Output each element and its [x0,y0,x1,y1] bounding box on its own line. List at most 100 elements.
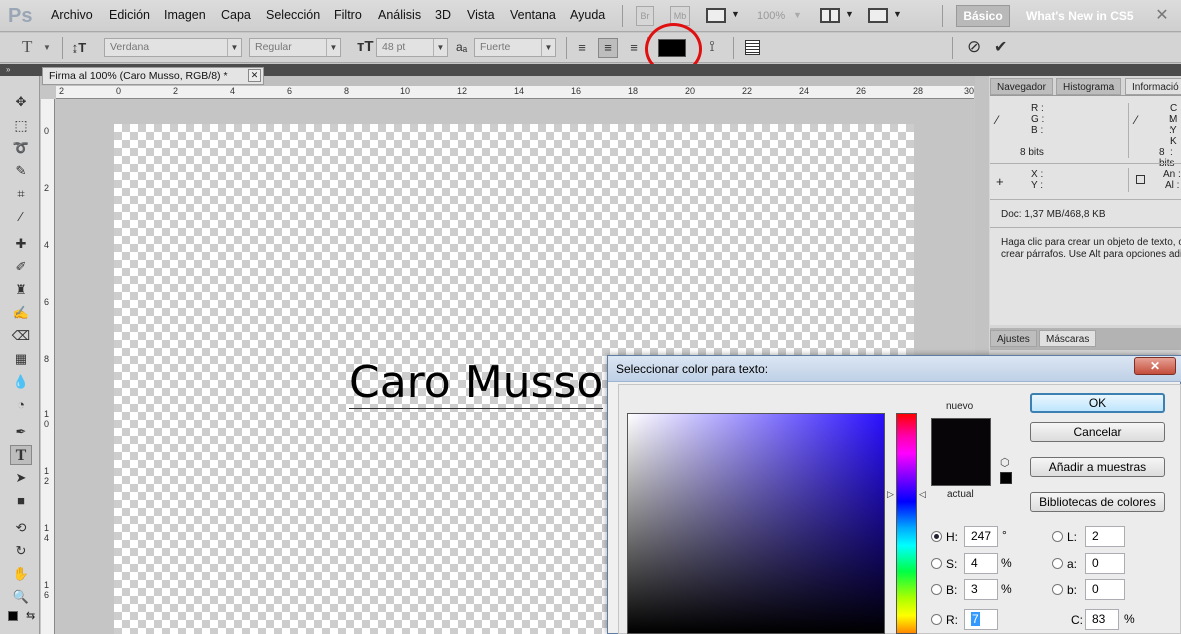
align-right-icon[interactable]: ≡ [624,39,644,57]
chevron-down-icon[interactable]: ▼ [731,9,740,19]
radio-l[interactable] [1052,531,1063,542]
chevron-down-icon[interactable]: ▼ [893,9,902,19]
b-input[interactable]: 3 [964,579,998,600]
close-icon[interactable]: ✕ [1148,5,1176,25]
a-input[interactable]: 0 [1085,553,1125,574]
add-to-swatches-button[interactable]: Añadir a muestras [1030,457,1165,477]
chevron-down-icon[interactable]: ▼ [845,9,854,19]
type-tool-preset-icon[interactable]: T [22,37,32,57]
zoom-level[interactable]: 100% [757,10,785,22]
menu-3d[interactable]: 3D [435,8,451,22]
shape-tool-icon[interactable]: ■ [10,491,32,511]
cancel-button[interactable]: Cancelar [1030,422,1165,442]
close-icon[interactable]: ✕ [248,69,261,82]
menu-capa[interactable]: Capa [221,8,251,22]
screen-mode-icon[interactable] [868,8,888,23]
bridge-button[interactable]: Br [636,6,654,26]
font-style-select[interactable]: Regular ▼ [249,38,341,57]
hue-slider-left-arrow-icon[interactable]: ▷ [887,489,894,500]
radio-b[interactable] [931,584,942,595]
menu-ayuda[interactable]: Ayuda [570,8,605,22]
marquee-tool-icon[interactable]: ⬚ [10,115,32,135]
chevron-down-icon[interactable]: ▼ [43,43,51,52]
l-input[interactable]: 2 [1085,526,1125,547]
pen-tool-icon[interactable]: ✒ [10,422,32,442]
text-orientation-icon[interactable]: ↨T [69,39,89,57]
path-select-tool-icon[interactable]: ➤ [10,468,32,488]
color-field[interactable] [627,413,885,634]
ok-button[interactable]: OK [1030,393,1165,413]
info-divider [990,163,1181,164]
r-input[interactable]: 7 [964,609,998,630]
hue-slider-right-arrow-icon[interactable]: ◁ [919,489,926,500]
zoom-tool-icon[interactable]: 🔍 [10,587,32,607]
c-input[interactable]: 83 [1085,609,1119,630]
tab-mascaras[interactable]: Máscaras [1039,330,1097,347]
menu-seleccion[interactable]: Selección [266,8,320,22]
gradient-tool-icon[interactable]: ▦ [10,349,32,369]
font-family-select[interactable]: Verdana ▼ [104,38,242,57]
tab-navegador[interactable]: Navegador [990,78,1053,95]
websafe-cube-icon[interactable]: ⬡ [1000,456,1010,469]
cancel-edit-icon[interactable]: ⊘ [967,37,981,57]
view-extras-icon[interactable] [706,8,726,23]
3d-rotate-tool-icon[interactable]: ⟲ [10,518,32,538]
warp-text-icon[interactable]: ⟟ [702,38,722,56]
lasso-tool-icon[interactable]: ➰ [10,138,32,158]
tab-ajustes[interactable]: Ajustes [990,330,1037,347]
websafe-color-swatch[interactable] [1000,472,1012,484]
stamp-tool-icon[interactable]: ♜ [10,280,32,300]
collapse-toolbar-icon[interactable]: » [6,65,10,74]
align-left-icon[interactable]: ≡ [572,39,592,57]
menu-vista[interactable]: Vista [467,8,495,22]
character-panel-icon[interactable] [745,40,760,55]
hand-tool-icon[interactable]: ✋ [10,564,32,584]
dodge-tool-icon[interactable]: ◔ [10,395,32,415]
new-color-swatch [931,418,991,486]
c-label: C: [1071,613,1083,627]
align-center-icon[interactable]: ≡ [598,38,618,58]
radio-lab-b[interactable] [1052,584,1063,595]
menu-archivo[interactable]: Archivo [51,8,93,22]
blur-tool-icon[interactable]: 💧 [10,372,32,392]
history-brush-tool-icon[interactable]: ✍ [10,303,32,323]
move-tool-icon[interactable]: ✥ [10,92,32,112]
swap-colors-icon[interactable]: ⇆ [26,609,35,622]
menu-filtro[interactable]: Filtro [334,8,362,22]
lab-b-input[interactable]: 0 [1085,579,1125,600]
radio-h[interactable] [931,531,942,542]
brush-tool-icon[interactable]: ✐ [10,257,32,277]
tab-histograma[interactable]: Histograma [1056,78,1122,95]
hue-slider[interactable] [896,413,917,634]
arrange-documents-icon[interactable] [820,8,840,23]
close-icon[interactable]: ✕ [1134,357,1176,375]
eraser-tool-icon[interactable]: ⌫ [10,326,32,346]
info-hint-line2: crear párrafos. Use Alt para opciones ad… [1001,249,1181,260]
healing-brush-tool-icon[interactable]: ✚ [10,234,32,254]
workspace-basic-button[interactable]: Básico [956,5,1010,27]
chevron-down-icon[interactable]: ▼ [793,10,802,20]
font-size-select[interactable]: 48 pt ▼ [376,38,448,57]
h-input[interactable]: 247 [964,526,998,547]
menu-imagen[interactable]: Imagen [164,8,206,22]
antialias-select[interactable]: Fuerte ▼ [474,38,556,57]
menu-analisis[interactable]: Análisis [378,8,421,22]
eyedropper-tool-icon[interactable]: ⁄ [10,207,32,227]
workspace-whats-new-button[interactable]: What's New in CS5 [1026,9,1134,23]
radio-s[interactable] [931,558,942,569]
quick-select-tool-icon[interactable]: ✎ [10,161,32,181]
type-tool-icon[interactable]: T [10,445,32,465]
radio-r[interactable] [931,614,942,625]
commit-edit-icon[interactable]: ✔ [994,37,1007,57]
canvas-text-layer[interactable]: Caro Musso [349,358,604,409]
foreground-color-swatch[interactable] [8,611,18,621]
tab-informacion[interactable]: Informació [1125,78,1181,95]
s-input[interactable]: 4 [964,553,998,574]
color-libraries-button[interactable]: Bibliotecas de colores [1030,492,1165,512]
document-tab[interactable]: Firma al 100% (Caro Musso, RGB/8) * [42,67,264,85]
menu-edicion[interactable]: Edición [109,8,150,22]
crop-tool-icon[interactable]: ⌗ [10,184,32,204]
3d-orbit-tool-icon[interactable]: ↻ [10,541,32,561]
radio-a[interactable] [1052,558,1063,569]
menu-ventana[interactable]: Ventana [510,8,556,22]
